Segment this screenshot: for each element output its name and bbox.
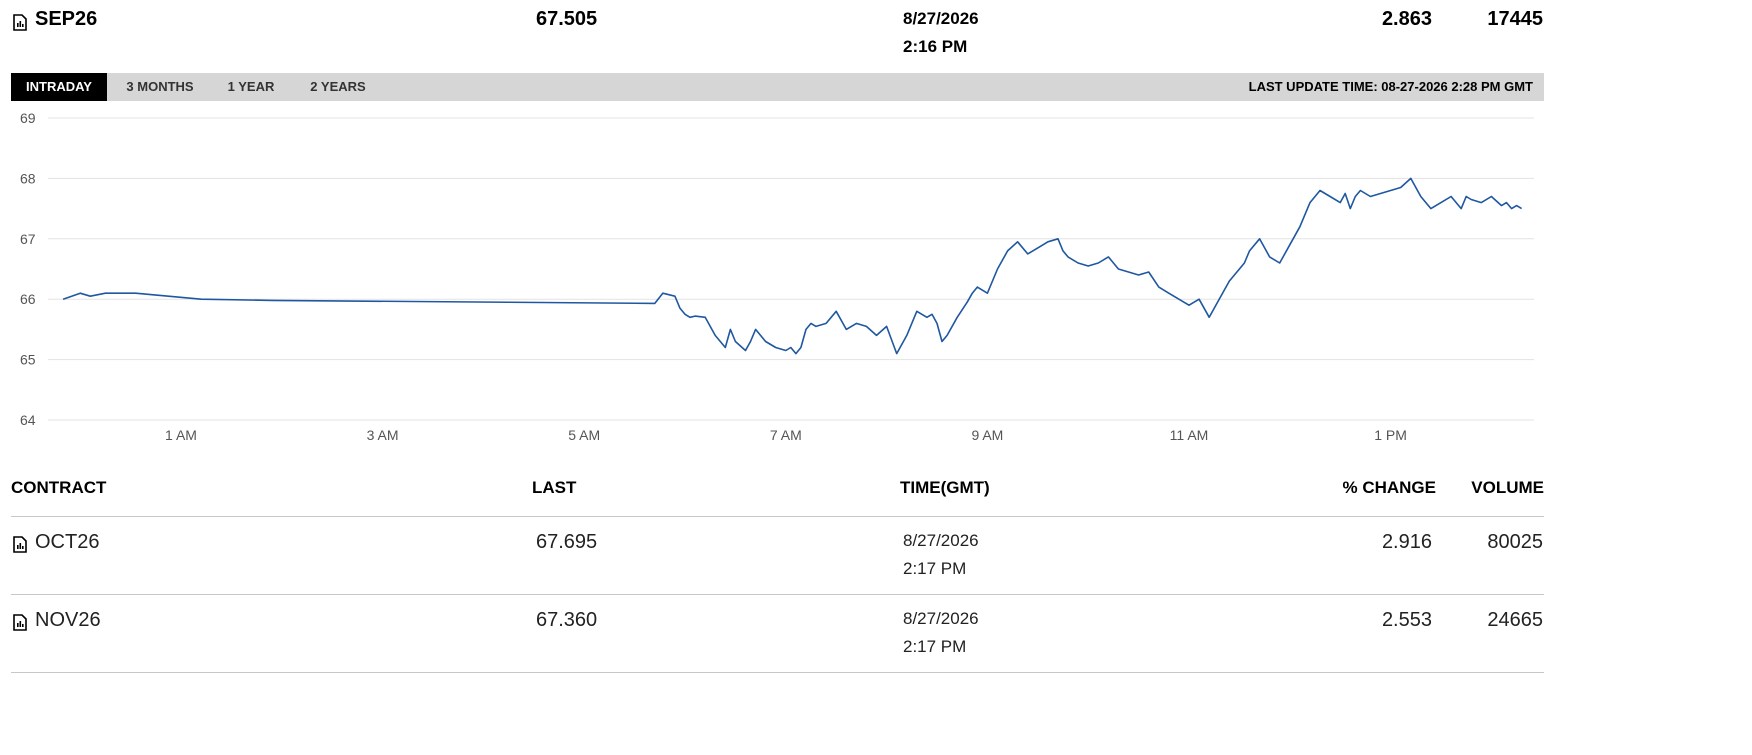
- header-pct-change: % CHANGE: [1342, 478, 1436, 497]
- row-date: 8/27/2026: [903, 609, 979, 628]
- x-tick-label: 7 AM: [770, 427, 802, 443]
- price-series-line: [62, 177, 1523, 355]
- y-tick-label: 68: [20, 170, 36, 186]
- x-tick-label: 5 AM: [568, 427, 600, 443]
- row-time: 2:17 PM: [903, 637, 967, 656]
- selected-date: 8/27/2026: [903, 9, 979, 28]
- tab-3-months[interactable]: 3 MONTHS: [111, 73, 209, 101]
- selected-contract-name[interactable]: SEP26: [35, 8, 97, 31]
- row-date: 8/27/2026: [903, 531, 979, 550]
- x-tick-label: 11 AM: [1170, 427, 1209, 443]
- row-pct-change: 2.916: [1381, 531, 1432, 553]
- chart-document-icon[interactable]: [13, 536, 27, 553]
- x-tick-label: 1 PM: [1374, 427, 1407, 443]
- x-tick-label: 1 AM: [165, 427, 197, 443]
- header-contract: CONTRACT: [11, 478, 107, 497]
- tab-intraday[interactable]: INTRADAY: [11, 73, 107, 101]
- row-last: 67.360: [536, 609, 598, 631]
- y-tick-label: 65: [20, 352, 36, 368]
- selected-pct-change: 2.863: [1381, 8, 1432, 30]
- y-tick-label: 67: [20, 231, 36, 247]
- table-divider: [11, 594, 1544, 595]
- row-contract[interactable]: NOV26: [35, 609, 101, 632]
- row-volume: 80025: [1487, 531, 1543, 553]
- selected-last-price: 67.505: [536, 8, 598, 30]
- row-pct-change: 2.553: [1381, 609, 1432, 631]
- header-time: TIME(GMT): [900, 478, 990, 497]
- chart-document-icon[interactable]: [13, 14, 27, 31]
- row-volume: 24665: [1487, 609, 1543, 631]
- row-contract[interactable]: OCT26: [35, 531, 99, 554]
- table-divider: [11, 516, 1544, 517]
- tab-1-year[interactable]: 1 YEAR: [216, 73, 286, 101]
- y-tick-label: 66: [20, 291, 36, 307]
- y-tick-label: 69: [20, 110, 36, 126]
- table-divider: [11, 672, 1544, 673]
- row-last: 67.695: [536, 531, 598, 553]
- header-last: LAST: [532, 478, 577, 497]
- x-tick-label: 9 AM: [971, 427, 1003, 443]
- y-tick-label: 64: [20, 412, 36, 428]
- selected-volume: 17445: [1487, 8, 1543, 30]
- selected-time: 2:16 PM: [903, 37, 968, 56]
- row-time: 2:17 PM: [903, 559, 967, 578]
- chart-document-icon[interactable]: [13, 614, 27, 631]
- timeframe-tab-bar: INTRADAY 3 MONTHS 1 YEAR 2 YEARS LAST UP…: [11, 73, 1544, 101]
- tab-2-years[interactable]: 2 YEARS: [299, 73, 377, 101]
- last-update-time: LAST UPDATE TIME: 08-27-2026 2:28 PM GMT: [1248, 79, 1533, 94]
- x-tick-label: 3 AM: [367, 427, 399, 443]
- header-volume: VOLUME: [1471, 478, 1544, 497]
- intraday-price-chart: 64 65 66 67 68 69 1 AM 3 AM 5 AM 7 AM 9 AM 11 AM 1 P…: [20, 110, 1534, 443]
